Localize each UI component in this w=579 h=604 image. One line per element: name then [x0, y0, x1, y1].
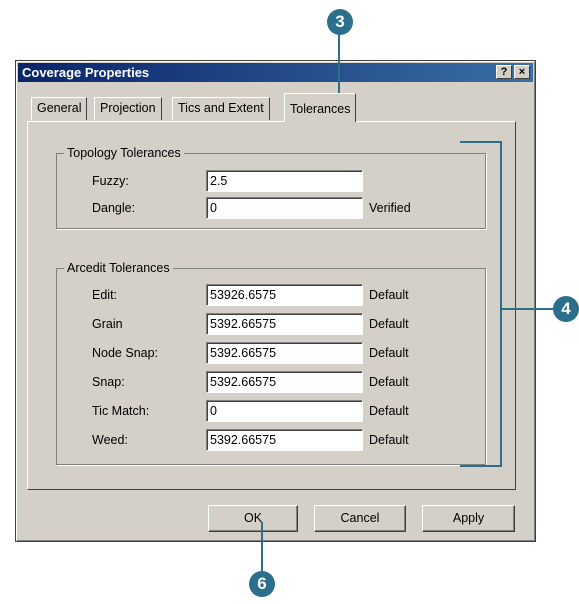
tab-tolerances[interactable]: Tolerances [284, 93, 357, 122]
callout-6: 6 [249, 571, 275, 597]
callout-lines [261, 34, 556, 578]
bracket-line [460, 141, 502, 467]
callout-4: 4 [553, 296, 579, 322]
callout-3: 3 [327, 9, 353, 35]
